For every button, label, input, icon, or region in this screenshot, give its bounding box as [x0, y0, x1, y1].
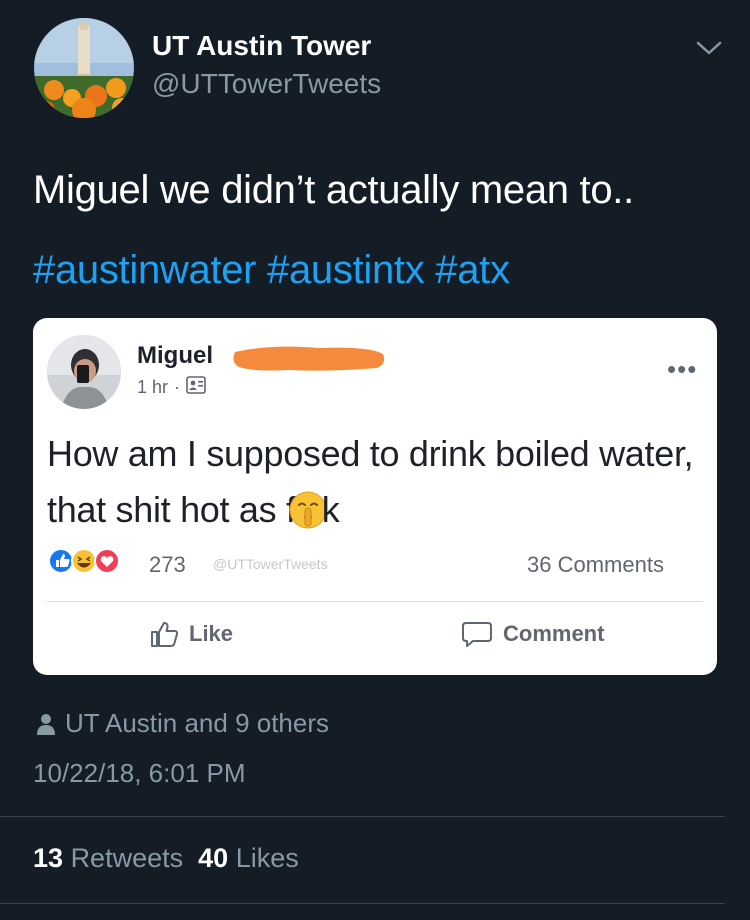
comment-bubble-icon — [462, 622, 492, 647]
comment-label: Comment — [503, 621, 605, 646]
embedded-post-image[interactable]: Miguel 1 hr · ••• How am I supposed to d… — [33, 318, 717, 675]
tweet-text: Miguel we didn’t actually mean to.. — [33, 168, 634, 212]
retweets-label: Retweets — [70, 843, 184, 873]
post-author-avatar — [47, 335, 121, 409]
author-display-name[interactable]: UT Austin Tower — [152, 30, 371, 62]
retweets-stat[interactable]: 13 Retweets — [33, 843, 183, 873]
liked-by-row[interactable]: UT Austin and 9 others — [37, 708, 329, 739]
post-meta: 1 hr · — [137, 376, 206, 399]
comments-count: 36 Comments — [527, 552, 664, 577]
chevron-down-icon[interactable] — [694, 38, 724, 58]
post-author-name: Miguel — [137, 342, 213, 369]
divider — [0, 903, 725, 904]
thumbs-up-icon — [151, 622, 179, 647]
post-comment-button: Comment — [461, 620, 604, 648]
reaction-icons — [47, 546, 147, 576]
author-handle[interactable]: @UTTowerTweets — [152, 68, 381, 100]
hashtag-link[interactable]: #atx — [435, 248, 510, 292]
post-text: How am I supposed to drink boiled water,… — [47, 426, 707, 538]
post-text-part: How am I supposed to drink boiled water,… — [47, 433, 694, 530]
tweet-timestamp: 10/22/18, 6:01 PM — [33, 758, 246, 788]
audience-icon — [186, 376, 206, 399]
post-text-part: k — [321, 489, 340, 530]
haha-reaction-icon — [71, 548, 97, 574]
post-like-button: Like — [149, 620, 233, 648]
likes-stat[interactable]: 40 Likes — [198, 843, 299, 873]
love-reaction-icon — [94, 548, 120, 574]
reaction-count: 273 — [149, 552, 186, 577]
hashtag-link[interactable]: #austinwater — [33, 248, 257, 292]
retweets-count: 13 — [33, 843, 64, 873]
tweet-hashtags: #austinwater #austintx #atx — [33, 248, 510, 293]
divider — [47, 601, 703, 602]
divider — [0, 816, 725, 817]
profile-avatar[interactable] — [34, 18, 134, 118]
more-options-icon: ••• — [667, 354, 698, 384]
likes-count: 40 — [198, 843, 229, 873]
like-label: Like — [189, 621, 234, 646]
engagement-stats: 13 Retweets 40 Likes — [33, 843, 299, 874]
hashtag-link[interactable]: #austintx — [267, 248, 425, 292]
like-reaction-icon — [48, 548, 74, 574]
meta-separator: · — [174, 377, 181, 397]
redaction-mark — [229, 342, 389, 374]
likes-label: Likes — [235, 843, 299, 873]
post-time: 1 hr — [137, 377, 169, 397]
liked-by-text: UT Austin and 9 others — [65, 708, 330, 738]
watermark: @UTTowerTweets — [213, 556, 328, 572]
person-icon — [37, 713, 55, 735]
